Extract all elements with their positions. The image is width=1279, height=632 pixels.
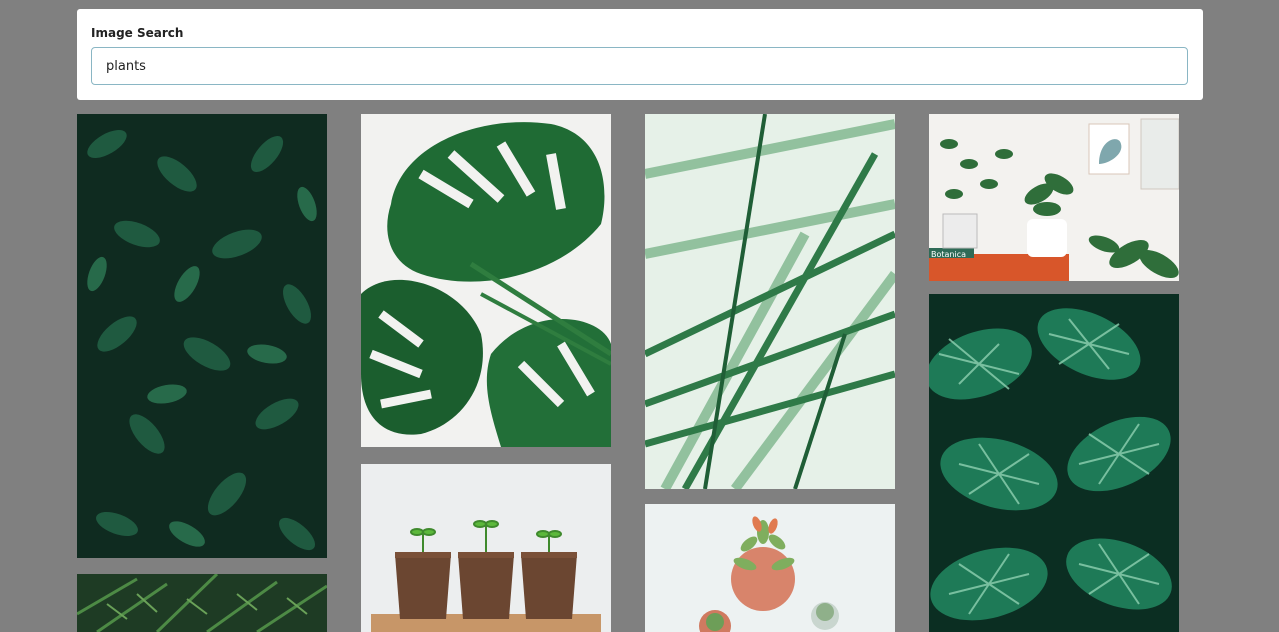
fern-leaves-image[interactable] <box>77 574 327 632</box>
succulent-pots-image[interactable] <box>645 504 895 632</box>
shelf-houseplants-image[interactable]: Botanica <box>929 114 1179 281</box>
search-panel: Image Search <box>77 9 1203 100</box>
palm-fronds-image[interactable] <box>645 114 895 489</box>
calathea-leaves-image[interactable] <box>929 294 1179 632</box>
search-input[interactable] <box>91 47 1188 85</box>
svg-text:Botanica: Botanica <box>931 250 966 259</box>
search-label: Image Search <box>91 26 184 40</box>
dense-green-leaves-image[interactable] <box>77 114 327 558</box>
seedling-pots-image[interactable] <box>361 464 611 632</box>
monstera-leaves-image[interactable] <box>361 114 611 447</box>
